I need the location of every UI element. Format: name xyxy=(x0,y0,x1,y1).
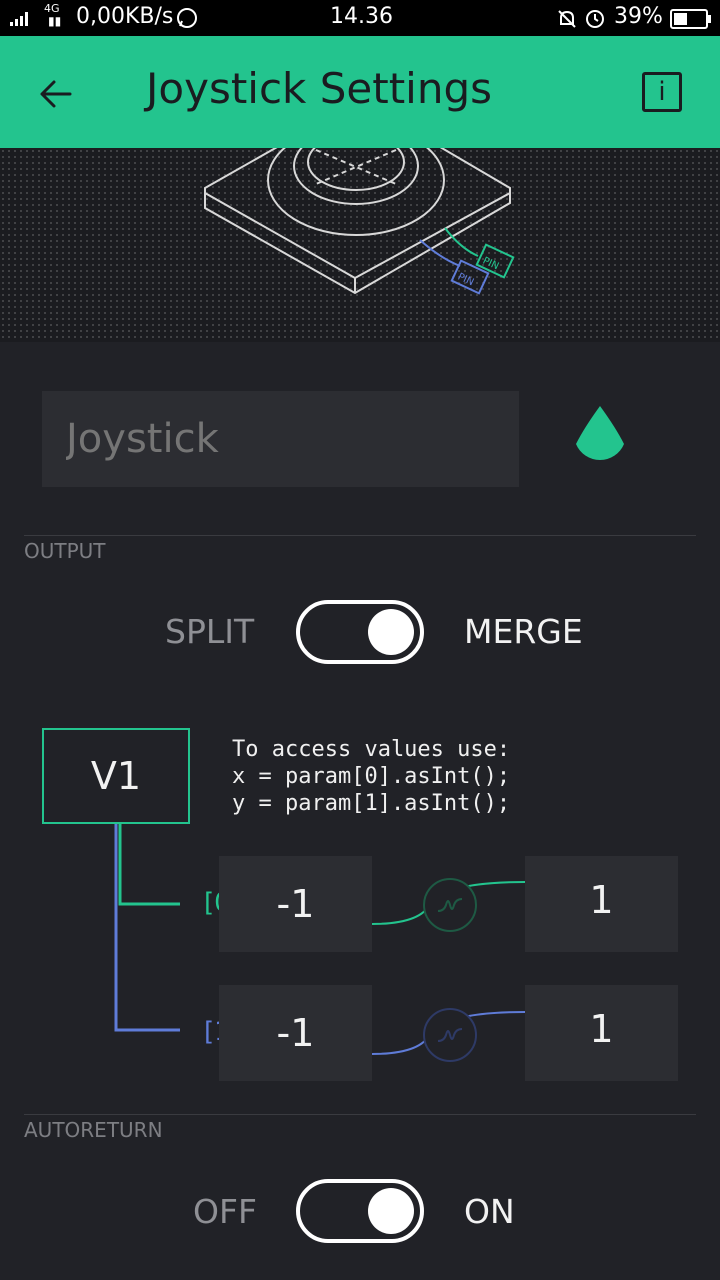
autoreturn-section-label: AUTORETURN xyxy=(24,1118,163,1142)
output-mode-toggle[interactable] xyxy=(296,600,424,664)
page-title: Joystick Settings xyxy=(146,64,492,113)
network-speed: 0,00KB/s xyxy=(76,4,174,29)
signal-icon-2: ▮▮ xyxy=(48,14,62,28)
whatsapp-icon xyxy=(177,8,197,28)
alarm-icon xyxy=(586,10,604,28)
pin-selector[interactable]: V1 xyxy=(42,728,190,824)
back-arrow-icon[interactable] xyxy=(28,66,84,122)
svg-text:PIN: PIN xyxy=(481,255,501,272)
toggle-knob xyxy=(368,609,414,655)
channel-0-max[interactable]: 1 xyxy=(525,856,678,952)
split-label: SPLIT xyxy=(165,612,255,651)
merge-label: MERGE xyxy=(464,612,583,651)
widget-name-input[interactable] xyxy=(42,391,519,487)
clock: 14.36 xyxy=(330,4,393,29)
channel-1-max[interactable]: 1 xyxy=(525,985,678,1081)
on-label: ON xyxy=(464,1192,515,1231)
color-drop-icon[interactable] xyxy=(570,402,630,474)
muted-bell-icon xyxy=(558,10,576,28)
channel-0-min[interactable]: -1 xyxy=(219,856,372,952)
divider xyxy=(24,1114,696,1115)
divider xyxy=(24,535,696,536)
channel-1-min[interactable]: -1 xyxy=(219,985,372,1081)
output-section-label: OUTPUT xyxy=(24,539,106,563)
battery-percent: 39% xyxy=(614,4,663,29)
svg-text:PIN: PIN xyxy=(456,271,476,288)
status-bar: 4G ▮▮ 0,00KB/s 14.36 39% xyxy=(0,0,720,36)
joystick-device-icon: PIN PIN xyxy=(204,148,515,295)
info-button[interactable]: i xyxy=(642,72,682,112)
help-text: To access values use: x = param[0].asInt… xyxy=(232,737,511,816)
mapping-icon[interactable] xyxy=(422,877,478,933)
app-bar: Joystick Settings i xyxy=(0,36,720,148)
off-label: OFF xyxy=(193,1192,257,1231)
battery-icon xyxy=(670,9,711,29)
joystick-illustration: PIN PIN xyxy=(0,148,720,342)
autoreturn-toggle[interactable] xyxy=(296,1179,424,1243)
toggle-knob xyxy=(368,1188,414,1234)
mapping-icon[interactable] xyxy=(422,1007,478,1063)
signal-icon xyxy=(10,10,28,26)
